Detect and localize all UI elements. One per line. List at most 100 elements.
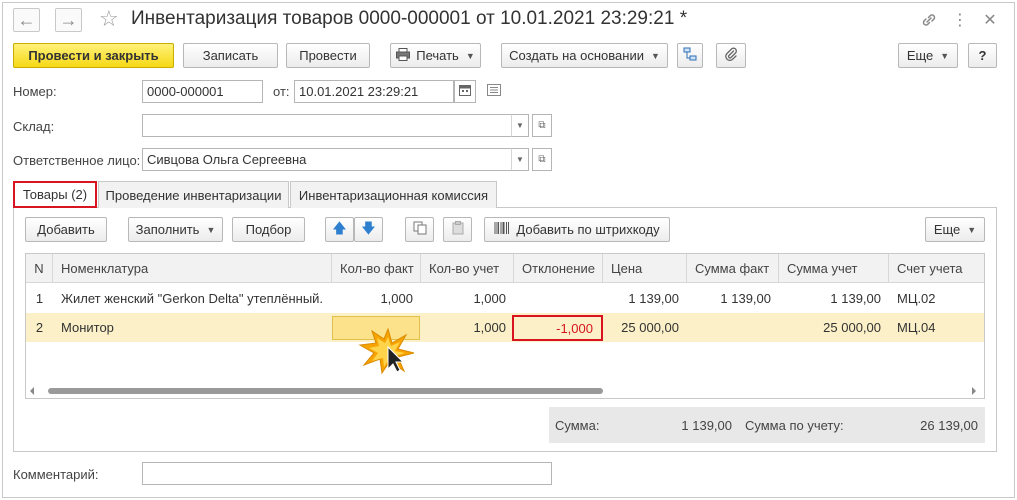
warehouse-dropdown-button[interactable]: ▼ <box>511 114 529 137</box>
number-field[interactable]: 0000-000001 <box>142 80 263 103</box>
sum-label: Сумма: <box>555 417 600 433</box>
forward-button[interactable]: → <box>55 8 82 32</box>
sum-value: 1 139,00 <box>681 417 732 433</box>
arrow-up-icon: 🡅 <box>332 219 347 236</box>
comment-field[interactable] <box>142 462 552 485</box>
open-window-icon: ⧉ <box>538 154 546 165</box>
hierarchy-icon <box>683 47 697 64</box>
account-sum-label: Сумма по учету: <box>745 417 844 433</box>
chevron-down-icon: ▼ <box>940 50 950 61</box>
comment-label: Комментарий: <box>13 467 99 482</box>
tab-inventory-posting[interactable]: Проведение инвентаризации <box>98 181 289 208</box>
goods-table: N Номенклатура Кол-во факт Кол-во учет О… <box>25 253 985 399</box>
help-button[interactable]: ? <box>968 43 997 68</box>
cell-qty-account: 1,000 <box>473 320 506 335</box>
cell-qty-fact[interactable]: 1,000 <box>332 284 421 313</box>
cell-sum-fact <box>687 313 779 342</box>
responsible-label: Ответственное лицо: <box>13 153 141 168</box>
link-icon[interactable] <box>919 10 939 30</box>
more-label: Еще <box>906 48 934 63</box>
cell-n: 1 <box>35 291 44 306</box>
horizontal-scrollbar[interactable] <box>26 384 984 398</box>
column-header-sum-account[interactable]: Сумма учет <box>779 254 889 283</box>
cell-sum-account: 25 000,00 <box>823 320 881 335</box>
warehouse-label: Склад: <box>13 119 55 134</box>
copy-button[interactable] <box>405 217 434 242</box>
arrow-right-icon: → <box>59 9 78 30</box>
chevron-down-icon: ▼ <box>516 155 524 164</box>
column-header-account[interactable]: Счет учета <box>889 254 984 283</box>
cell-price[interactable]: 1 139,00 <box>603 284 687 313</box>
column-header-price[interactable]: Цена <box>603 254 687 283</box>
table-more-label: Еще <box>933 222 961 237</box>
chevron-down-icon: ▼ <box>650 50 660 61</box>
chevron-down-icon: ▼ <box>967 224 977 235</box>
back-button[interactable]: ← <box>13 8 40 32</box>
print-label: Печать <box>416 48 459 63</box>
cell-price[interactable]: 25 000,00 <box>603 313 687 342</box>
totals-bar: Сумма: 1 139,00 Сумма по учету: 26 139,0… <box>549 407 985 443</box>
create-based-on-button[interactable]: Создать на основании ▼ <box>501 43 668 68</box>
add-button[interactable]: Добавить <box>25 217 107 242</box>
cell-n: 2 <box>35 320 44 335</box>
attach-button[interactable] <box>716 43 746 68</box>
fill-button[interactable]: Заполнить ▼ <box>128 217 223 242</box>
move-down-button[interactable]: 🡇 <box>354 217 383 242</box>
calendar-icon <box>459 84 471 99</box>
cell-item[interactable]: Монитор <box>53 313 332 342</box>
post-button[interactable]: Провести <box>286 43 370 68</box>
structure-button[interactable] <box>677 43 703 68</box>
column-header-sum-fact[interactable]: Сумма факт <box>687 254 779 283</box>
date-label: от: <box>273 84 290 99</box>
cell-sum-account: 1 139,00 <box>830 291 881 306</box>
responsible-open-button[interactable]: ⧉ <box>532 148 552 171</box>
table-row[interactable]: 2 Монитор 1,000 -1,000 25 000,00 25 000,… <box>26 313 984 342</box>
click-burst-icon <box>358 325 418 375</box>
paste-icon <box>451 221 465 238</box>
favorite-star-icon[interactable]: ☆ <box>99 6 119 32</box>
date-field[interactable]: 10.01.2021 23:29:21 <box>294 80 454 103</box>
responsible-field[interactable]: Сивцова Ольга Сергеевна <box>142 148 512 171</box>
cell-sum-fact: 1 139,00 <box>720 291 771 306</box>
create-based-on-label: Создать на основании <box>509 48 644 63</box>
print-button[interactable]: Печать ▼ <box>390 43 481 68</box>
warehouse-open-button[interactable]: ⧉ <box>532 114 552 137</box>
select-button[interactable]: Подбор <box>232 217 305 242</box>
add-by-barcode-label: Добавить по штрихкоду <box>516 222 660 237</box>
barcode-icon <box>494 222 510 237</box>
warehouse-field[interactable] <box>142 114 512 137</box>
cell-qty-account: 1,000 <box>473 291 506 306</box>
chevron-down-icon: ▼ <box>465 50 475 61</box>
fill-label: Заполнить <box>135 222 200 237</box>
column-header-qty-account[interactable]: Кол-во учет <box>421 254 514 283</box>
paste-button[interactable] <box>443 217 472 242</box>
column-header-item[interactable]: Номенклатура <box>53 254 332 283</box>
document-list-icon[interactable] <box>487 84 503 98</box>
save-button[interactable]: Записать <box>183 43 278 68</box>
cell-account[interactable]: МЦ.04 <box>889 313 984 342</box>
calendar-button[interactable] <box>454 80 476 103</box>
copy-icon <box>413 221 427 238</box>
tab-goods[interactable]: Товары (2) <box>13 181 97 208</box>
arrow-left-icon: ← <box>17 9 36 30</box>
column-header-n[interactable]: N <box>26 254 53 283</box>
table-row[interactable]: 1 Жилет женский "Gerkon Delta" утеплённы… <box>26 284 984 313</box>
paperclip-icon <box>724 47 738 64</box>
post-and-close-button[interactable]: Провести и закрыть <box>13 43 174 68</box>
cell-deviation: -1,000 <box>512 315 603 341</box>
more-vertical-icon[interactable]: ⋮ <box>950 10 970 30</box>
more-button[interactable]: Еще ▼ <box>898 43 958 68</box>
responsible-dropdown-button[interactable]: ▼ <box>511 148 529 171</box>
column-header-deviation[interactable]: Отклонение <box>514 254 603 283</box>
chevron-down-icon: ▼ <box>516 121 524 130</box>
column-header-qty-fact[interactable]: Кол-во факт <box>332 254 421 283</box>
cell-item[interactable]: Жилет женский "Gerkon Delta" утеплённый. <box>53 284 332 313</box>
table-more-button[interactable]: Еще ▼ <box>925 217 985 242</box>
add-by-barcode-button[interactable]: Добавить по штрихкоду <box>484 217 670 242</box>
cell-account[interactable]: МЦ.02 <box>889 284 984 313</box>
move-up-button[interactable]: 🡅 <box>325 217 354 242</box>
window-title: Инвентаризация товаров 0000-000001 от 10… <box>131 8 688 29</box>
tab-inventory-commission[interactable]: Инвентаризационная комиссия <box>290 181 497 208</box>
arrow-down-icon: 🡇 <box>361 219 376 236</box>
close-icon[interactable]: ✕ <box>980 10 1000 30</box>
